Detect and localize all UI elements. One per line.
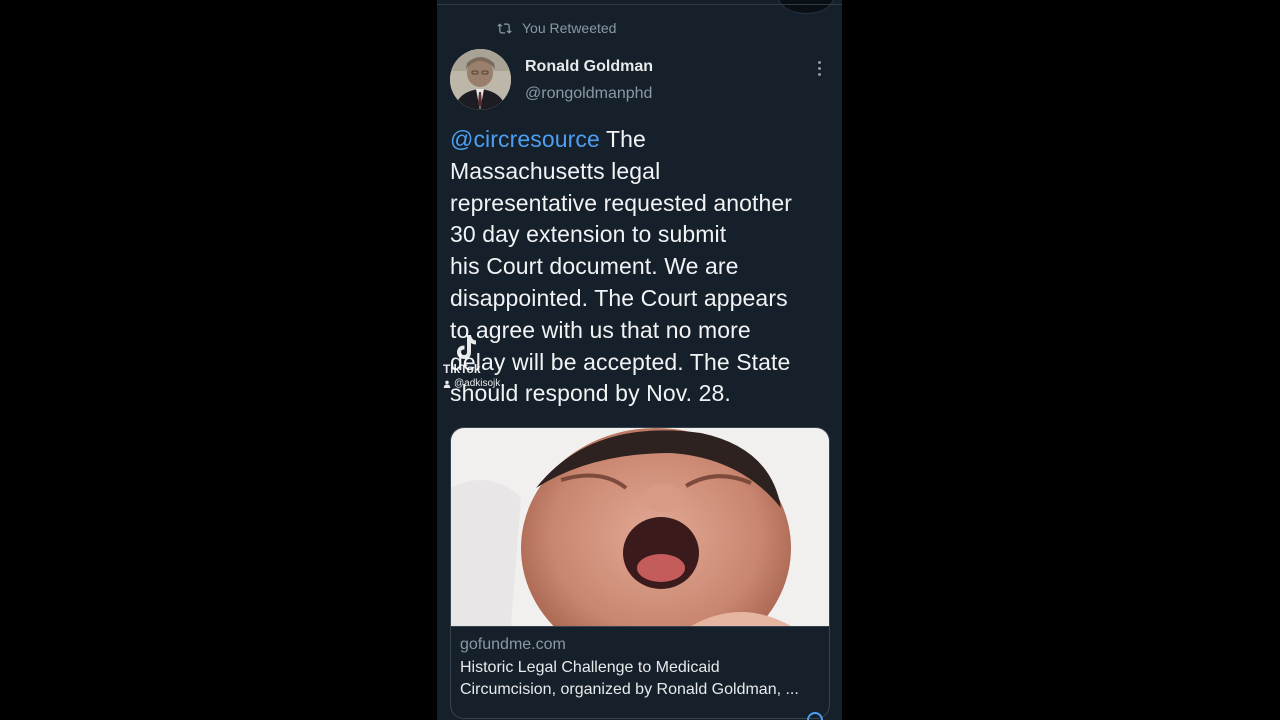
author-name[interactable]: Ronald Goldman bbox=[525, 58, 653, 76]
tweet-line: representative requested another bbox=[450, 189, 793, 216]
card-title: Historic Legal Challenge to Medicaid Cir… bbox=[460, 657, 820, 701]
card-title-line: Circumcision, organized by Ronald Goldma… bbox=[460, 681, 799, 698]
avatar-photo bbox=[450, 49, 511, 110]
tweet-screen: You Retweeted Ronald Goldman @rongoldman… bbox=[437, 0, 842, 720]
tiktok-logo-icon bbox=[457, 335, 476, 359]
mention-link[interactable]: @circresource bbox=[450, 126, 600, 152]
retweet-icon bbox=[497, 22, 512, 34]
profile-button[interactable] bbox=[778, 0, 834, 14]
divider bbox=[437, 4, 842, 5]
user-icon bbox=[443, 380, 451, 388]
tweet-line: to agree with us that no more bbox=[450, 316, 751, 343]
tweet-line: disappointed. The Court appears bbox=[450, 284, 788, 311]
card-title-line: Historic Legal Challenge to Medicaid bbox=[460, 659, 720, 676]
tweet-line: Massachusetts legal bbox=[450, 157, 661, 184]
tweet-line: his Court document. We are bbox=[450, 253, 739, 280]
tiktok-brand: TikTok bbox=[443, 362, 481, 376]
retweet-label: You Retweeted bbox=[522, 20, 617, 36]
card-domain: gofundme.com bbox=[460, 636, 566, 653]
tweet-line: 30 day extension to submit bbox=[450, 221, 727, 248]
card-meta: gofundme.com Historic Legal Challenge to… bbox=[451, 626, 829, 718]
avatar[interactable] bbox=[450, 49, 511, 110]
card-image bbox=[451, 428, 829, 626]
tiktok-username: @adkisojk bbox=[454, 378, 501, 389]
tweet-line: The bbox=[599, 126, 646, 152]
retweet-indicator: You Retweeted bbox=[497, 19, 616, 37]
author-handle[interactable]: @rongoldmanphd bbox=[525, 85, 652, 103]
link-card[interactable]: gofundme.com Historic Legal Challenge to… bbox=[450, 427, 830, 719]
tweet-text: @circresource The Massachusetts legal re… bbox=[450, 124, 832, 410]
tiktok-user: @adkisojk bbox=[443, 378, 523, 389]
more-options-icon[interactable] bbox=[813, 58, 825, 78]
